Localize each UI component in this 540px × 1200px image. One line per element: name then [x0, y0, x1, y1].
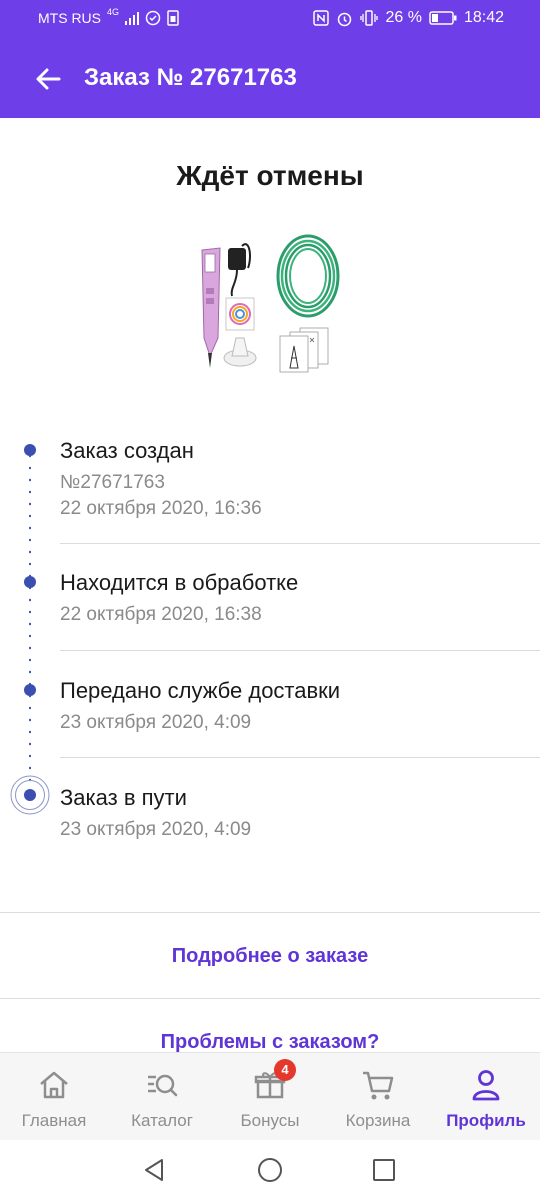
- timeline-dot: [24, 444, 36, 456]
- order-status-title: Ждёт отмены: [176, 160, 364, 191]
- battery-icon: [429, 11, 457, 25]
- step-date: 22 октября 2020, 16:38: [60, 604, 262, 625]
- profile-icon: [472, 1070, 500, 1101]
- arrow-left-icon: [36, 68, 61, 90]
- nav-item-cart[interactable]: Корзина: [324, 1053, 432, 1141]
- nav-label: Корзина: [345, 1111, 411, 1130]
- bonus-badge: 4: [274, 1059, 296, 1081]
- timeline-dot: [24, 576, 36, 588]
- back-button[interactable]: [26, 57, 70, 101]
- divider: [60, 650, 540, 651]
- divider: [60, 543, 540, 544]
- battery-label: 26 %: [385, 9, 422, 26]
- active-step-ring-icon: [10, 775, 50, 815]
- step-date: 23 октября 2020, 4:09: [60, 712, 252, 733]
- step-title: Передано службе доставки: [60, 678, 341, 703]
- timeline-dot: [24, 684, 36, 696]
- order-details-link[interactable]: Подробнее о заказе: [0, 945, 540, 968]
- filament-sample-image: [225, 297, 255, 331]
- timeline-line: [29, 450, 31, 788]
- step-title: Находится в обработке: [60, 570, 299, 595]
- 3d-pen-image: [201, 247, 221, 368]
- divider: [0, 912, 540, 913]
- network-label: 4G: [107, 7, 120, 17]
- app-bar: Заказ № 27671763: [0, 37, 540, 118]
- signal-icon: [125, 12, 140, 25]
- alarm-icon: [338, 12, 352, 26]
- home-icon: [40, 1071, 68, 1099]
- status-bar: MTS RUS 4G 26 % 18:42: [0, 0, 540, 37]
- nav-item-bonuses[interactable]: 4 Бонусы: [216, 1053, 324, 1141]
- time-label: 18:42: [463, 9, 504, 26]
- step-order-number: №27671763: [60, 472, 165, 493]
- system-back-icon[interactable]: [140, 1156, 168, 1184]
- system-home-icon[interactable]: [256, 1156, 284, 1184]
- divider: [60, 757, 540, 758]
- bottom-navigation: Главная Каталог 4 Бонусы Корзина Профиль: [0, 1052, 540, 1140]
- divider: [0, 998, 540, 999]
- nav-item-catalog[interactable]: Каталог: [108, 1053, 216, 1141]
- catalog-search-icon: [148, 1074, 178, 1097]
- nav-label: Каталог: [131, 1111, 193, 1130]
- system-recents-icon[interactable]: [370, 1156, 398, 1184]
- step-title: Заказ в пути: [60, 785, 187, 810]
- nav-label: Бонусы: [240, 1111, 300, 1130]
- template-sheets-image: [279, 327, 329, 373]
- filament-coil-image: [276, 234, 340, 318]
- sim-icon: [167, 10, 179, 26]
- step-date: 23 октября 2020, 4:09: [60, 819, 252, 840]
- nfc-icon: [313, 10, 330, 26]
- system-navigation-bar: [0, 1140, 540, 1200]
- cart-icon: [363, 1071, 394, 1100]
- vibrate-icon: [360, 10, 379, 26]
- step-date: 22 октября 2020, 16:36: [60, 498, 262, 519]
- nav-item-home[interactable]: Главная: [0, 1053, 108, 1141]
- check-circle-icon: [145, 10, 161, 26]
- page-title: Заказ № 27671763: [84, 64, 297, 91]
- nav-item-profile[interactable]: Профиль: [432, 1053, 540, 1141]
- order-problems-link[interactable]: Проблемы с заказом?: [0, 1031, 540, 1054]
- step-title: Заказ создан: [60, 438, 194, 463]
- charger-image: [228, 243, 251, 297]
- product-image[interactable]: [190, 228, 350, 378]
- nav-label: Профиль: [446, 1111, 526, 1130]
- carrier-label: MTS RUS: [38, 10, 101, 26]
- nav-label: Главная: [21, 1111, 87, 1130]
- stand-image: [223, 337, 257, 367]
